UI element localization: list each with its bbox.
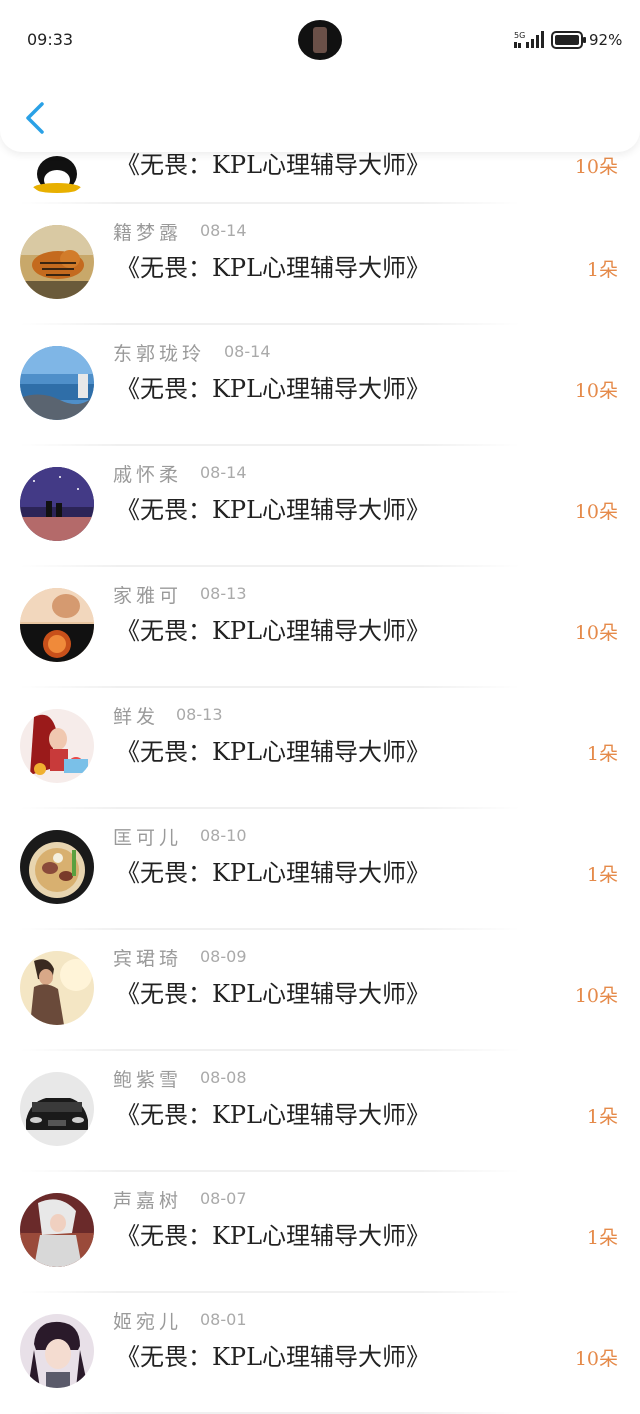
date: 08-01: [200, 1310, 247, 1329]
list-item[interactable]: 家雅可 08-13 《无畏：KPL心理辅导大师》 10朵: [0, 566, 640, 687]
avatar[interactable]: [20, 709, 94, 783]
battery-icon: [551, 31, 586, 49]
user-name: 姬宛儿: [113, 1311, 183, 1333]
user-name: 鲜发: [113, 706, 160, 728]
book-title: 《无畏：KPL心理辅导大师》: [116, 738, 431, 766]
flower-count: 10朵: [574, 501, 618, 523]
list-item[interactable]: 声嘉树 08-07 《无畏：KPL心理辅导大师》 1朵: [0, 1171, 640, 1292]
date: 08-14: [224, 342, 271, 361]
avatar[interactable]: [20, 467, 94, 541]
avatar[interactable]: [20, 588, 94, 662]
book-title: 《无畏：KPL心理辅导大师》: [116, 254, 431, 282]
date: 08-14: [200, 463, 247, 482]
date: 08-13: [200, 584, 247, 603]
date: 08-07: [200, 1189, 247, 1208]
flower-count: 10朵: [574, 156, 618, 178]
avatar[interactable]: [20, 1072, 94, 1146]
book-title: 《无畏：KPL心理辅导大师》: [116, 617, 431, 645]
date: 08-08: [200, 1068, 247, 1087]
avatar[interactable]: [20, 346, 94, 420]
user-name: 家雅可: [113, 585, 183, 607]
list-item[interactable]: 东郭珑玲 08-14 《无畏：KPL心理辅导大师》 10朵: [0, 324, 640, 445]
flower-count: 10朵: [574, 622, 618, 644]
avatar[interactable]: [20, 1314, 94, 1388]
list-item[interactable]: 宾珺琦 08-09 《无畏：KPL心理辅导大师》 10朵: [0, 929, 640, 1050]
user-name: 宾珺琦: [113, 948, 183, 970]
list-item[interactable]: 鲍紫雪 08-08 《无畏：KPL心理辅导大师》 1朵: [0, 1050, 640, 1171]
user-name: 戚怀柔: [113, 464, 183, 486]
user-name: 匡可儿: [113, 827, 183, 849]
signal-icon: 5G: [514, 31, 544, 48]
list-item[interactable]: 姬宛儿 08-01 《无畏：KPL心理辅导大师》 10朵: [0, 1292, 640, 1413]
list-item[interactable]: 籍梦露 08-14 《无畏：KPL心理辅导大师》 1朵: [0, 203, 640, 324]
date: 08-09: [200, 947, 247, 966]
date: 08-13: [176, 705, 223, 724]
flower-count: 1朵: [586, 1106, 618, 1128]
list-item[interactable]: 匡可儿 08-10 《无畏：KPL心理辅导大师》 1朵: [0, 808, 640, 929]
book-title: 《无畏：KPL心理辅导大师》: [116, 1343, 431, 1371]
book-title: 《无畏：KPL心理辅导大师》: [116, 859, 431, 887]
user-name: 鲍紫雪: [113, 1069, 183, 1091]
book-title: 《无畏：KPL心理辅导大师》: [116, 980, 431, 1008]
book-title: 《无畏：KPL心理辅导大师》: [116, 1101, 431, 1129]
user-name: 东郭珑玲: [113, 343, 206, 365]
list-item[interactable]: 戚怀柔 08-14 《无畏：KPL心理辅导大师》 10朵: [0, 445, 640, 566]
date: 08-10: [200, 826, 247, 845]
user-name: 声嘉树: [113, 1190, 183, 1212]
date: 08-14: [200, 221, 247, 240]
list-item[interactable]: 鲜发 08-13 《无畏：KPL心理辅导大师》 1朵: [0, 687, 640, 808]
flower-count: 1朵: [586, 864, 618, 886]
flower-count: 1朵: [586, 743, 618, 765]
flower-count: 10朵: [574, 380, 618, 402]
battery-percent: 92%: [589, 31, 623, 49]
flower-count: 10朵: [574, 1348, 618, 1370]
svg-text:5G: 5G: [514, 31, 525, 40]
top-header: 09:33 5G 92%: [0, 0, 640, 152]
flower-count: 1朵: [586, 259, 618, 281]
user-name: 籍梦露: [113, 222, 183, 244]
avatar[interactable]: [20, 225, 94, 299]
front-camera: [298, 20, 342, 60]
book-title: 《无畏：KPL心理辅导大师》: [116, 1222, 431, 1250]
flower-count: 10朵: [574, 985, 618, 1007]
book-title: 《无畏：KPL心理辅导大师》: [116, 375, 431, 403]
status-time: 09:33: [27, 30, 74, 49]
avatar[interactable]: [20, 1193, 94, 1267]
avatar[interactable]: [20, 951, 94, 1025]
flower-count: 1朵: [586, 1227, 618, 1249]
book-title: 《无畏：KPL心理辅导大师》: [116, 496, 431, 524]
back-button[interactable]: [20, 100, 52, 136]
avatar[interactable]: [20, 830, 94, 904]
chevron-left-icon: [26, 102, 44, 134]
